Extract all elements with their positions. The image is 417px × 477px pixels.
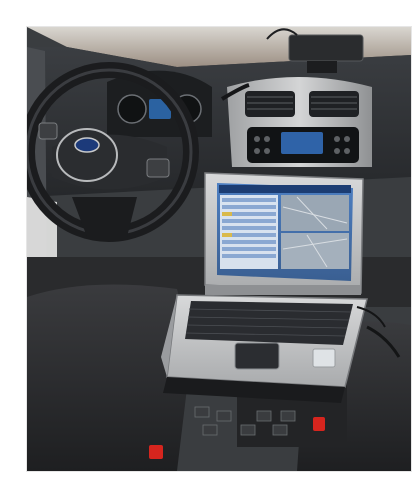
red-clip-right bbox=[313, 417, 325, 431]
image-frame bbox=[0, 0, 417, 477]
ford-logo-icon bbox=[74, 137, 100, 153]
laptop-keyboard bbox=[185, 301, 353, 345]
photo-illustration bbox=[27, 27, 411, 471]
laptop-sticker bbox=[312, 348, 336, 368]
vent-right bbox=[309, 91, 359, 117]
laptop-touchpad bbox=[234, 342, 280, 370]
map-view-bottom bbox=[281, 233, 349, 269]
dash-mounted-device bbox=[288, 34, 364, 62]
radio-display bbox=[281, 132, 323, 154]
red-clip-left bbox=[149, 445, 163, 459]
vent-left bbox=[245, 91, 295, 117]
photo bbox=[26, 26, 412, 472]
map-view-top bbox=[281, 195, 349, 231]
